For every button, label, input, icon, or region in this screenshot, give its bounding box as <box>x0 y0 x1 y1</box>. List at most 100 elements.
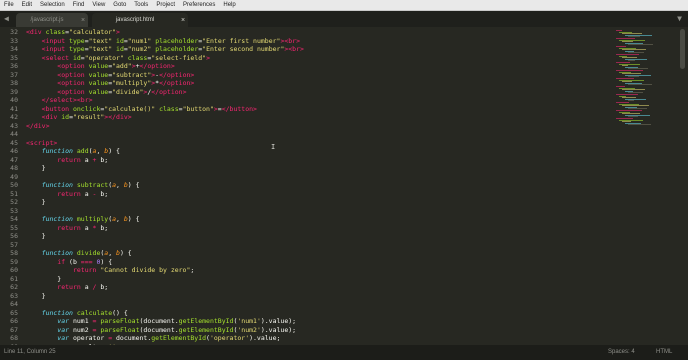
code-line: return a * b; <box>26 224 108 233</box>
code-line: function divide(a, b) { <box>26 249 132 258</box>
code-token: <div <box>26 113 58 121</box>
line-number: 67 <box>10 325 18 334</box>
code-line: return a / b; <box>26 283 108 292</box>
code-token: 'num1' <box>237 317 261 325</box>
code-token: </option> <box>159 70 195 79</box>
code-line: <option value="subtract">-</option> <box>26 71 194 80</box>
chevron-down-icon[interactable]: ▼ <box>677 14 682 24</box>
code-token: "num2" <box>127 45 152 53</box>
code-token: ) { <box>108 147 120 155</box>
indentation-setting[interactable]: Spaces: 4 <box>608 349 635 355</box>
menu-item-goto[interactable]: Goto <box>109 0 130 10</box>
code-token: b; <box>96 283 109 291</box>
code-token: 'operator' <box>209 334 250 342</box>
code-line: <option value="add">+</option> <box>26 62 174 71</box>
code-line: if (b === 0) { <box>26 258 112 267</box>
line-number: 35 <box>10 53 18 62</box>
line-number: 41 <box>10 104 18 113</box>
cursor-position: Line 11, Column 25 <box>4 349 56 355</box>
code-token: "calculate()" <box>104 104 156 113</box>
menu-item-tools[interactable]: Tools <box>130 0 152 10</box>
code-token: function <box>26 249 73 257</box>
tab-bar: ◀ /javascript.js × javascript.html × ▼ <box>0 11 688 27</box>
code-token: </option> <box>151 87 187 96</box>
code-line: } <box>26 292 46 301</box>
code-token: subtract <box>72 181 109 189</box>
line-number: 44 <box>10 130 18 138</box>
code-token: return <box>26 223 81 232</box>
code-token: ) { <box>127 181 140 189</box>
menu-item-help[interactable]: Help <box>219 0 239 10</box>
menu-item-view[interactable]: View <box>88 0 109 10</box>
code-line: } <box>26 164 46 173</box>
code-line: <div class="calculator"> <box>26 28 120 37</box>
menu-item-preferences[interactable]: Preferences <box>179 0 219 10</box>
code-token: <option <box>26 62 85 70</box>
code-token: a <box>80 283 93 291</box>
minimap-line <box>628 124 651 126</box>
line-number: 34 <box>10 45 18 53</box>
code-token: ).value); <box>260 317 297 325</box>
code-token: ; <box>190 266 195 274</box>
line-number: 66 <box>10 317 18 325</box>
minimap[interactable] <box>612 27 676 345</box>
tab-scroll-left-icon[interactable]: ◀ <box>4 14 9 24</box>
menu-item-edit[interactable]: Edit <box>18 0 36 10</box>
code-token: var <box>26 334 70 342</box>
menu-item-project[interactable]: Project <box>152 0 179 10</box>
code-token: getElementById <box>151 334 207 342</box>
vertical-scrollbar[interactable] <box>678 27 688 345</box>
code-token: "Enter second number" <box>202 45 285 53</box>
code-token: "Cannot divide by zero" <box>100 266 191 274</box>
code-token: var <box>26 325 70 334</box>
code-editor[interactable]: 32 33 34 35 36 37 38 39 40 41 42 43 44 45 46 47 48 49 50 51… <box>0 27 610 359</box>
code-line: <button onclick="calculate()" class="but… <box>26 105 257 114</box>
code-token: "operator" <box>84 53 124 62</box>
code-token: } <box>26 274 62 283</box>
code-token: <input <box>26 45 66 53</box>
code-line: <input type="text" id="num1" placeholder… <box>26 37 300 46</box>
tab-javascript-js[interactable]: /javascript.js × <box>16 13 88 27</box>
code-token: a <box>80 189 93 198</box>
code-line: return a - b; <box>26 190 108 199</box>
code-token: (document. <box>139 317 179 325</box>
code-token: ).value); <box>260 325 297 334</box>
line-number: 55 <box>10 223 18 232</box>
code-token: function <box>26 147 73 155</box>
code-token: b; <box>96 223 109 232</box>
status-bar: Line 11, Column 25 Spaces: 4 HTML <box>0 345 688 360</box>
code-token: num1 <box>69 317 93 325</box>
close-icon[interactable]: × <box>178 17 188 24</box>
close-icon[interactable]: × <box>78 17 88 24</box>
code-token: } <box>26 198 46 206</box>
code-line: } <box>26 232 46 241</box>
code-token: a <box>80 223 93 232</box>
code-line: </select><br> <box>26 96 93 105</box>
code-token: type <box>65 36 85 45</box>
menu-item-file[interactable]: File <box>0 0 18 10</box>
code-token: , <box>116 181 124 189</box>
line-number: 48 <box>10 164 18 172</box>
code-token: id <box>57 113 70 121</box>
code-token: "result" <box>72 113 105 121</box>
code-area[interactable]: <div class="calculator"> <input type="te… <box>26 27 610 351</box>
code-line: var num2 = parseFloat(document.getElemen… <box>26 326 296 335</box>
syntax-selector[interactable]: HTML <box>656 349 672 355</box>
code-line: } <box>26 198 46 207</box>
code-token: return <box>26 266 97 274</box>
menu-bar: File Edit Selection Find View Goto Tools Projec… <box>0 0 688 11</box>
minimap-line <box>628 44 653 46</box>
menu-item-find[interactable]: Find <box>69 0 89 10</box>
code-line: <select id="operator" class="select-fiel… <box>26 54 210 63</box>
code-token: add <box>72 147 89 155</box>
code-token: <button <box>26 104 70 113</box>
line-number: 43 <box>10 121 18 130</box>
code-token: ) { <box>100 257 113 266</box>
tab-javascript-html[interactable]: javascript.html × <box>92 13 188 27</box>
menu-item-selection[interactable]: Selection <box>36 0 69 10</box>
scrollbar-thumb[interactable] <box>680 29 685 69</box>
line-number-gutter: 32 33 34 35 36 37 38 39 40 41 42 43 44 45 46 47 48 49 50 51… <box>0 27 18 359</box>
line-number: 64 <box>10 300 18 308</box>
code-token: calculate <box>72 308 113 317</box>
code-token: <option <box>26 70 85 79</box>
